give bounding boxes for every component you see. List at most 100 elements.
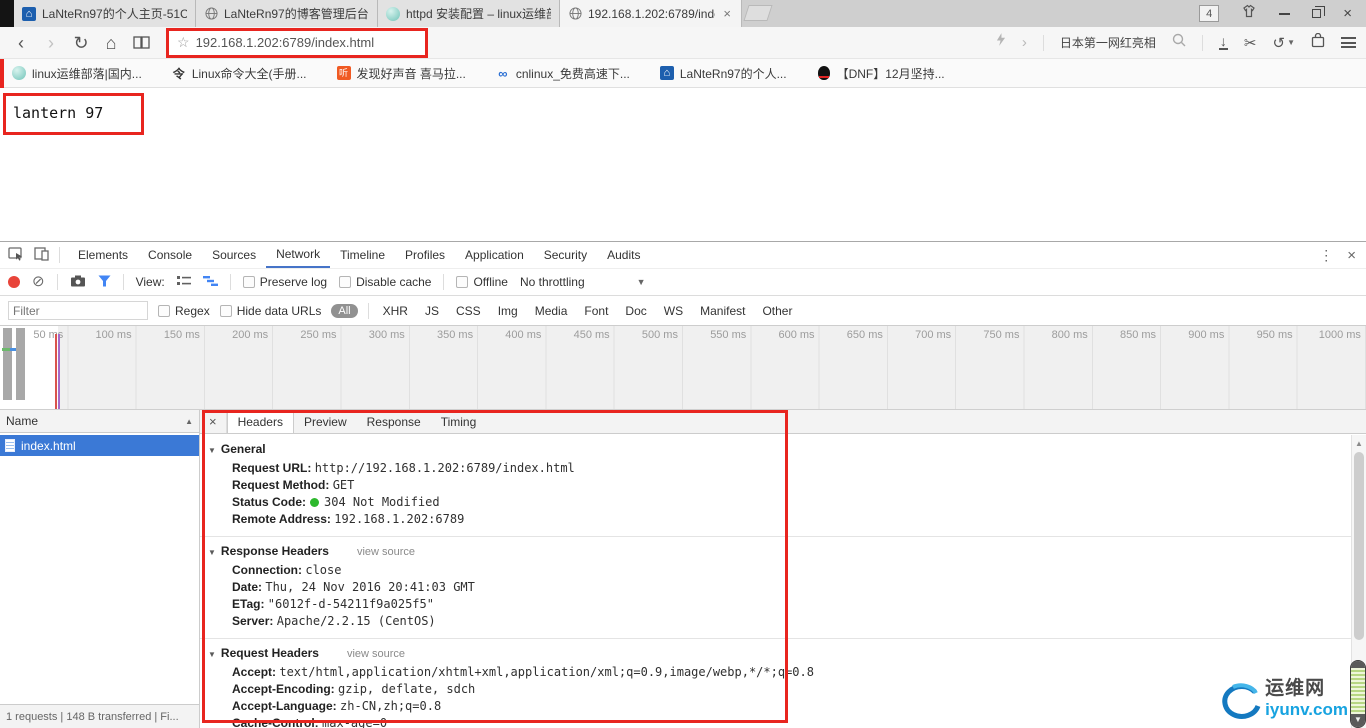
- show-overview-icon[interactable]: [202, 275, 218, 290]
- tab-timeline[interactable]: Timeline: [330, 242, 395, 268]
- checkbox-icon[interactable]: [242, 276, 255, 288]
- tab-console[interactable]: Console: [138, 242, 202, 268]
- name-column-header[interactable]: Name ▲: [0, 410, 199, 433]
- download-icon[interactable]: ↓: [1218, 34, 1228, 50]
- filter-type-doc[interactable]: Doc: [625, 304, 646, 318]
- browser-logo-block: [0, 0, 14, 27]
- tab-audits[interactable]: Audits: [597, 242, 650, 268]
- checkbox-icon[interactable]: [339, 276, 352, 288]
- scroll-to-bottom-widget[interactable]: ▼: [1350, 660, 1366, 728]
- bookmark-item-5[interactable]: ⌂ LaNteRn97的个人...: [659, 65, 787, 82]
- section-header-response[interactable]: ▼ Response Headers view source: [200, 542, 1351, 562]
- scrollbar-up-icon[interactable]: ▲: [1352, 435, 1366, 448]
- dropdown-caret-icon[interactable]: ▼: [1287, 38, 1295, 47]
- request-row-index-html[interactable]: index.html: [0, 435, 199, 456]
- close-window-button[interactable]: ×: [1343, 6, 1352, 21]
- reading-list-icon[interactable]: [126, 30, 156, 56]
- filter-type-css[interactable]: CSS: [456, 304, 481, 318]
- record-button[interactable]: [8, 276, 20, 288]
- flash-plugin-icon[interactable]: [996, 33, 1006, 52]
- widget-down-arrow-icon[interactable]: ▼: [1351, 714, 1365, 727]
- throttling-dropdown[interactable]: No throttling ▼: [520, 275, 646, 289]
- request-details-panel: × Headers Preview Response Timing ▼ Gene…: [200, 410, 1366, 728]
- checkbox-icon[interactable]: [158, 304, 170, 317]
- bookmark-star-icon[interactable]: ☆: [177, 34, 190, 51]
- refresh-icon[interactable]: ↻: [66, 30, 96, 56]
- forward-icon[interactable]: ›: [36, 30, 66, 56]
- section-header-request[interactable]: ▼ Request Headers view source: [200, 644, 1351, 664]
- bookmark-item-4[interactable]: ∞ cnlinux_免费高速下...: [496, 65, 630, 82]
- tab-count-badge[interactable]: 4: [1199, 5, 1220, 22]
- hide-data-urls-toggle[interactable]: Hide data URLs: [219, 304, 321, 318]
- tab-security[interactable]: Security: [534, 242, 597, 268]
- tab-elements[interactable]: Elements: [68, 242, 138, 268]
- tab-headers[interactable]: Headers: [226, 410, 294, 433]
- restore-button[interactable]: [1312, 6, 1326, 18]
- filter-type-manifest[interactable]: Manifest: [700, 304, 745, 318]
- tab-preview[interactable]: Preview: [294, 410, 357, 433]
- filter-type-other[interactable]: Other: [762, 304, 792, 318]
- undo-icon[interactable]: ↺ ▼: [1273, 34, 1296, 52]
- new-tab-button[interactable]: [743, 5, 773, 21]
- shopping-bag-icon[interactable]: [1311, 32, 1325, 53]
- filter-type-ws[interactable]: WS: [664, 304, 683, 318]
- filter-type-media[interactable]: Media: [535, 304, 568, 318]
- filter-type-js[interactable]: JS: [425, 304, 439, 318]
- filter-funnel-icon[interactable]: [98, 275, 111, 290]
- section-header-general[interactable]: ▼ General: [200, 440, 1351, 460]
- filter-type-all[interactable]: All: [331, 303, 358, 318]
- overview-drag-handle[interactable]: [16, 328, 25, 400]
- home-icon[interactable]: ⌂: [96, 30, 126, 56]
- tab-close-icon[interactable]: ×: [721, 6, 733, 21]
- browser-tab-3[interactable]: httpd 安装配置 – linux运维部落: [378, 0, 560, 27]
- devtools-menu-kebab-icon[interactable]: ⋮: [1319, 247, 1333, 264]
- header-value: http://192.168.1.202:6789/index.html: [314, 461, 575, 475]
- filter-type-img[interactable]: Img: [498, 304, 518, 318]
- view-source-link[interactable]: view source: [347, 645, 405, 663]
- details-close-icon[interactable]: ×: [200, 410, 227, 433]
- expand-chevron-icon[interactable]: ›: [1022, 34, 1027, 51]
- menu-icon[interactable]: [1341, 37, 1356, 48]
- scissors-icon[interactable]: ✂: [1244, 34, 1257, 52]
- large-rows-icon[interactable]: [176, 275, 191, 290]
- address-bar[interactable]: ☆ 192.168.1.202:6789/index.html: [166, 27, 428, 58]
- view-source-link[interactable]: view source: [357, 543, 415, 561]
- search-icon[interactable]: [1172, 33, 1186, 52]
- browser-tab-1[interactable]: ⌂ LaNteRn97的个人主页-51CTO技: [14, 0, 196, 27]
- tab-network[interactable]: Network: [266, 242, 331, 268]
- inspect-element-icon[interactable]: [8, 246, 24, 264]
- tab-response[interactable]: Response: [357, 410, 431, 433]
- checkbox-icon[interactable]: [219, 304, 232, 317]
- disable-cache-toggle[interactable]: Disable cache: [339, 275, 431, 289]
- network-overview[interactable]: 50 ms 100 ms 150 ms 200 ms 250 ms 300 ms…: [0, 326, 1366, 410]
- url-text[interactable]: 192.168.1.202:6789/index.html: [196, 35, 375, 50]
- browser-tab-4-active[interactable]: 192.168.1.202:6789/index.htm ×: [560, 0, 742, 27]
- bookmark-item-3[interactable]: 听 发现好声音 喜马拉...: [336, 65, 466, 82]
- preserve-log-toggle[interactable]: Preserve log: [242, 275, 327, 289]
- checkbox-icon[interactable]: [456, 276, 469, 288]
- search-box-text[interactable]: 日本第一网红亮相: [1060, 34, 1156, 51]
- regex-toggle[interactable]: Regex: [158, 304, 210, 318]
- scrollbar-thumb[interactable]: [1354, 452, 1364, 640]
- network-body: Name ▲ index.html 1 requests | 148 B tra…: [0, 410, 1366, 728]
- skin-shirt-icon[interactable]: [1241, 4, 1257, 23]
- bookmark-item-1[interactable]: linux运维部落|国内...: [12, 65, 142, 82]
- devtools-close-icon[interactable]: ×: [1347, 247, 1356, 264]
- offline-toggle[interactable]: Offline: [456, 275, 508, 289]
- filter-type-font[interactable]: Font: [584, 304, 608, 318]
- tab-timing[interactable]: Timing: [431, 410, 487, 433]
- device-toolbar-icon[interactable]: [34, 246, 49, 264]
- clear-icon[interactable]: ⊘: [32, 274, 45, 289]
- filter-input[interactable]: [8, 301, 148, 320]
- tab-profiles[interactable]: Profiles: [395, 242, 455, 268]
- capture-screenshots-icon[interactable]: [70, 275, 86, 290]
- bookmark-item-2[interactable]: 令 Linux命令大全(手册...: [172, 65, 307, 82]
- browser-tab-2[interactable]: LaNteRn97的博客管理后台-51CT: [196, 0, 378, 27]
- minimize-button[interactable]: [1279, 12, 1291, 15]
- tab-application[interactable]: Application: [455, 242, 534, 268]
- tab-sources[interactable]: Sources: [202, 242, 266, 268]
- filter-type-xhr[interactable]: XHR: [383, 304, 408, 318]
- bookmark-item-6[interactable]: 【DNF】12月坚持...: [817, 65, 945, 82]
- overview-drag-handle[interactable]: [3, 328, 12, 400]
- back-icon[interactable]: ‹: [6, 30, 36, 56]
